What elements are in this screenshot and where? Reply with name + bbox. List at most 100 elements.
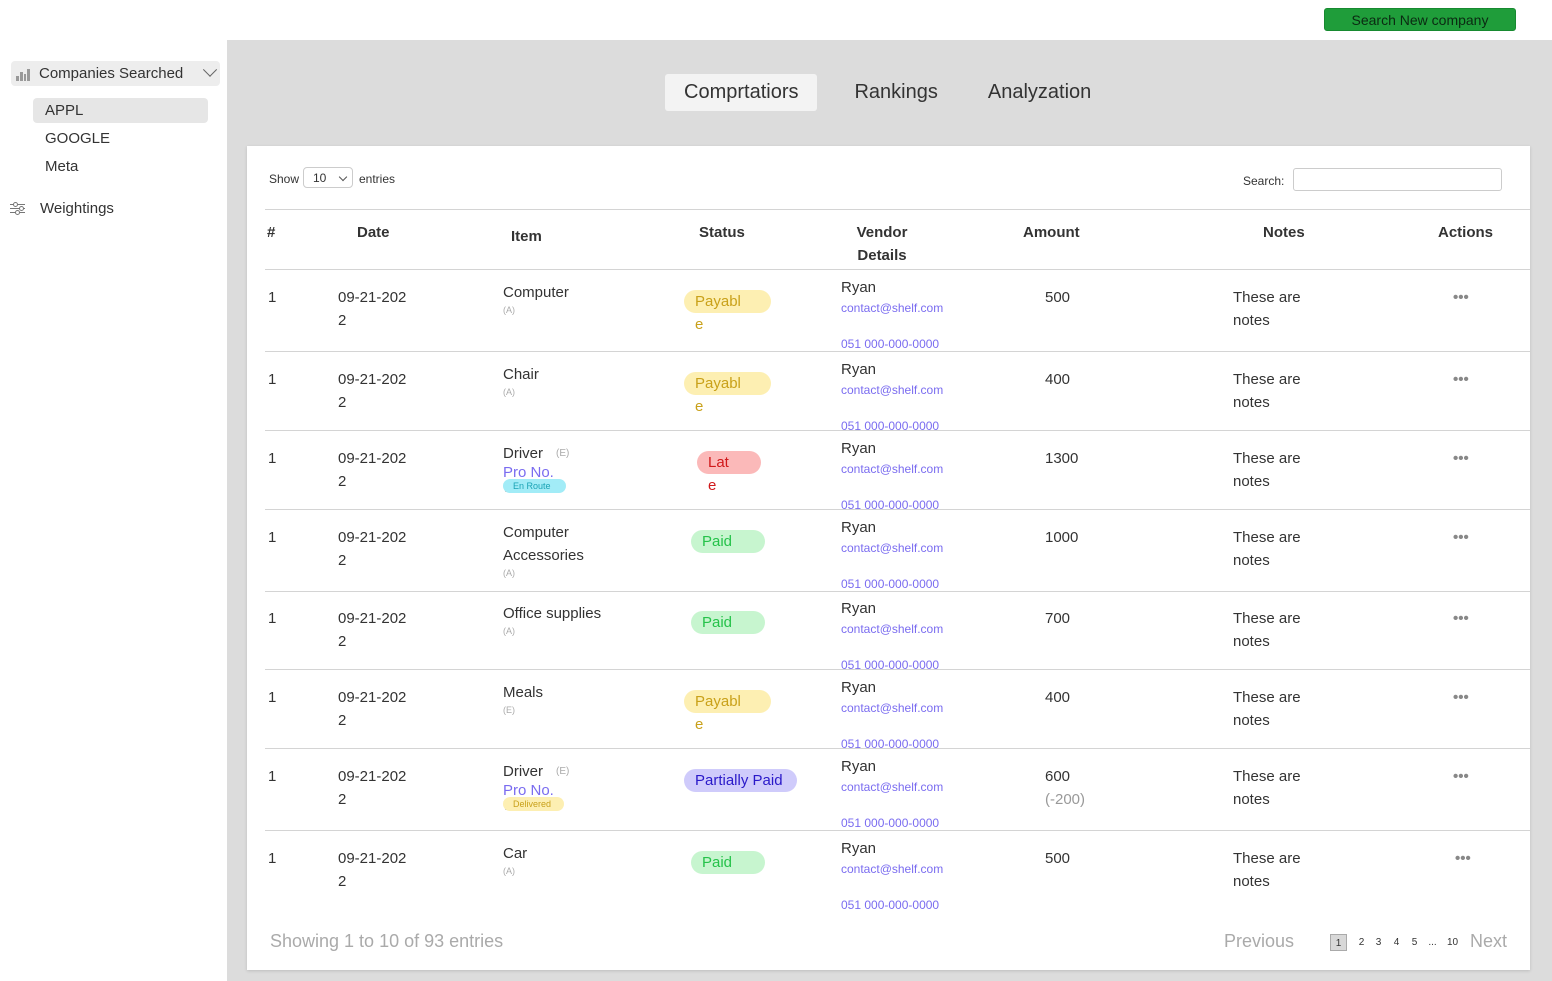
page-button[interactable]: 2 (1353, 934, 1370, 951)
row-notes: These are notes (1233, 850, 1301, 890)
status-text: Late (708, 454, 729, 494)
sidebar-item-appl[interactable]: APPL (33, 98, 208, 123)
more-actions-icon[interactable]: ••• (1453, 768, 1469, 785)
row-number: 1 (268, 371, 277, 388)
row-amount: 1000 (1045, 529, 1079, 546)
page-button[interactable]: 10 (1444, 934, 1461, 951)
sidebar-item-meta[interactable]: Meta (33, 154, 208, 179)
more-actions-icon[interactable]: ••• (1453, 529, 1469, 546)
row-item: Driver (503, 445, 543, 462)
col-header-amount[interactable]: Amount (1023, 221, 1080, 244)
vendor-phone[interactable]: 051 000-000-0000 (841, 896, 939, 914)
row-item-tag: (E) (556, 448, 570, 459)
table-info: Showing 1 to 10 of 93 entries (270, 931, 504, 951)
status-badge: Paid (691, 611, 765, 634)
row-item-tag: (A) (503, 626, 515, 636)
vendor-email[interactable]: contact@shelf.com (841, 381, 956, 399)
status-text: Paid (702, 533, 733, 550)
vendor-email[interactable]: contact@shelf.com (841, 460, 956, 478)
companies-searched-dropdown[interactable]: Companies Searched (11, 61, 220, 86)
row-amount: 600 (1045, 768, 1071, 785)
row-notes: These are notes (1233, 371, 1301, 411)
sidebar-item-google[interactable]: GOOGLE (33, 126, 208, 151)
previous-page-button[interactable]: Previous (1224, 931, 1294, 952)
col-header-status[interactable]: Status (699, 221, 745, 244)
status-badge: Paid (691, 851, 765, 874)
more-actions-icon[interactable]: ••• (1453, 450, 1469, 467)
vendor-name: Ryan (841, 279, 877, 296)
col-header-number[interactable]: # (267, 221, 275, 244)
col-header-notes[interactable]: Notes (1263, 221, 1305, 244)
row-date: 09-21-2022 (338, 529, 407, 569)
sidebar-item-weightings[interactable]: Weightings (10, 197, 114, 219)
vendor-phone[interactable]: 051 000-000-0000 (841, 735, 939, 753)
col-header-vendor-details[interactable]: Vendor Details (847, 221, 917, 267)
vendor-phone[interactable]: 051 000-000-0000 (841, 496, 939, 514)
col-header-actions[interactable]: Actions (1438, 221, 1493, 244)
row-date: 09-21-2022 (338, 450, 407, 490)
row-notes: These are notes (1233, 610, 1301, 650)
page-button[interactable]: 4 (1388, 934, 1405, 951)
search-label: Search: (1243, 174, 1285, 188)
row-date: 09-21-2022 (338, 768, 407, 808)
vendor-email[interactable]: contact@shelf.com (841, 699, 956, 717)
show-label: Show (269, 172, 300, 186)
col-header-date[interactable]: Date (357, 221, 390, 244)
entries-select[interactable]: 10 (303, 167, 353, 188)
vendor-email[interactable]: contact@shelf.com (841, 299, 956, 317)
page-button[interactable]: 1 (1330, 934, 1347, 951)
row-date: 09-21-2022 (338, 689, 407, 729)
vendor-email[interactable]: contact@shelf.com (841, 620, 956, 638)
vendor-name: Ryan (841, 758, 877, 775)
status-text: Payable (695, 693, 741, 733)
row-item: Computer Accessories (503, 524, 584, 564)
pagination-ellipsis: ... (1428, 937, 1437, 948)
tab-bar: Comprtatiors Rankings Analyzation (665, 74, 1110, 111)
next-page-button[interactable]: Next (1470, 931, 1507, 952)
sliders-icon (10, 201, 25, 215)
companies-searched-label: Companies Searched (39, 65, 184, 82)
status-text: Paid (702, 614, 733, 631)
more-actions-icon[interactable]: ••• (1453, 610, 1469, 627)
vendor-phone[interactable]: 051 000-000-0000 (841, 814, 939, 832)
status-text: Partially Paid (695, 772, 783, 789)
row-number: 1 (268, 689, 277, 706)
row-number: 1 (268, 850, 277, 867)
tab-rankings[interactable]: Rankings (835, 74, 956, 111)
search-input[interactable] (1293, 168, 1502, 191)
status-badge: Paid (691, 530, 765, 553)
row-item: Chair (503, 366, 539, 383)
row-item: Driver (503, 763, 543, 780)
search-new-company-button[interactable]: Search New company (1324, 8, 1516, 31)
entries-label: entries (359, 172, 396, 186)
vendor-phone[interactable]: 051 000-000-0000 (841, 335, 939, 353)
more-actions-icon[interactable]: ••• (1453, 289, 1469, 306)
row-date: 09-21-2022 (338, 289, 407, 329)
vendor-phone[interactable]: 051 000-000-0000 (841, 575, 939, 593)
entries-select-value: 10 (313, 171, 327, 185)
page-button[interactable]: 3 (1370, 934, 1387, 951)
vendor-email[interactable]: contact@shelf.com (841, 860, 956, 878)
row-item-tag: (A) (503, 568, 515, 578)
vendor-phone[interactable]: 051 000-000-0000 (841, 417, 939, 435)
row-item-tag: (A) (503, 305, 515, 315)
row-date: 09-21-2022 (338, 610, 407, 650)
more-actions-icon[interactable]: ••• (1453, 689, 1469, 706)
vendor-email[interactable]: contact@shelf.com (841, 778, 956, 796)
page-button[interactable]: 5 (1406, 934, 1423, 951)
status-badge: Late (697, 451, 761, 497)
tab-analyzation[interactable]: Analyzation (969, 74, 1110, 111)
tab-comprtatiors[interactable]: Comprtatiors (665, 74, 818, 111)
row-number: 1 (268, 529, 277, 546)
vendor-email[interactable]: contact@shelf.com (841, 539, 956, 557)
status-badge: Payable (684, 690, 771, 736)
more-actions-icon[interactable]: ••• (1455, 850, 1471, 867)
row-amount: 400 (1045, 371, 1071, 388)
status-badge: Partially Paid (684, 769, 797, 792)
vendor-phone[interactable]: 051 000-000-0000 (841, 656, 939, 674)
col-header-item[interactable]: Item (511, 225, 542, 248)
vendor-name: Ryan (841, 519, 877, 536)
row-date: 09-21-2022 (338, 850, 407, 890)
more-actions-icon[interactable]: ••• (1453, 371, 1469, 388)
weightings-label: Weightings (40, 199, 114, 217)
